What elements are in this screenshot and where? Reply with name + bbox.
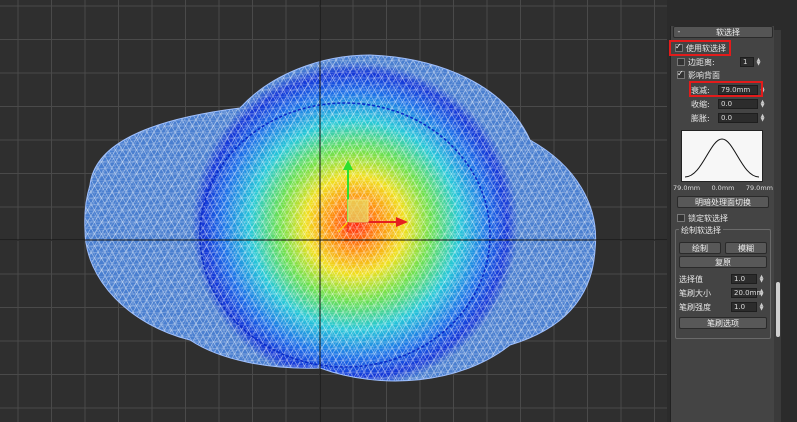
affect-backfacing-row[interactable]: 影响背面 (677, 69, 720, 81)
panel-scrollbar-thumb[interactable] (776, 282, 780, 337)
shaded-face-toggle-button[interactable]: 明暗处理面切换 (677, 196, 769, 208)
brush-strength-row[interactable]: 笔刷强度 1.0 ▲ ▼ (679, 301, 765, 313)
pinch-spinner-icon[interactable]: ▲ ▼ (759, 99, 766, 109)
brush-options-button[interactable]: 笔刷选项 (679, 317, 767, 329)
lock-soft-selection-row[interactable]: 锁定软选择 (677, 212, 728, 224)
affect-backfacing-label: 影响背面 (688, 70, 720, 80)
brush-size-spinner-icon[interactable]: ▲ ▼ (758, 288, 765, 298)
lock-soft-selection-checkbox[interactable] (677, 214, 685, 222)
collapse-icon[interactable]: - (674, 28, 684, 36)
brush-strength-spinner-icon[interactable]: ▲ ▼ (758, 302, 765, 312)
pinch-label: 收缩: (691, 99, 710, 109)
selection-value-row[interactable]: 选择值 1.0 ▲ ▼ (679, 273, 765, 285)
brush-size-row[interactable]: 笔刷大小 20.0mm ▲ ▼ (679, 287, 765, 299)
selection-value-label: 选择值 (679, 274, 703, 284)
paint-soft-selection-title: 绘制软选择 (679, 225, 723, 236)
edge-distance-checkbox[interactable] (677, 58, 685, 66)
brush-size-field[interactable]: 20.0mm (731, 288, 763, 298)
brush-strength-label: 笔刷强度 (679, 302, 711, 312)
falloff-curve-labels: 79.0mm 0.0mm 79.0mm (673, 184, 773, 192)
rollout-title: 软选择 (716, 27, 740, 37)
blur-button[interactable]: 模糊 (725, 242, 767, 254)
edge-distance-label: 边距离: (688, 57, 715, 67)
brush-strength-field[interactable]: 1.0 (731, 302, 757, 312)
panel-scrollbar-track[interactable] (773, 30, 781, 422)
command-panel: - 软选择 使用软选择 边距离: 1 ▲▼ 影响背面 衰减: 79.0mm ▲▼… (669, 26, 774, 422)
lock-soft-selection-label: 锁定软选择 (688, 213, 728, 223)
bubble-field[interactable]: 0.0 (718, 113, 758, 123)
soft-selection-rollout-header[interactable]: - 软选择 (673, 26, 773, 38)
pinch-row[interactable]: 收缩: 0.0 ▲ ▼ (691, 98, 766, 110)
editable-poly-mesh[interactable] (0, 0, 667, 422)
selection-value-field[interactable]: 1.0 (731, 274, 757, 284)
edge-distance-row[interactable]: 边距离: 1 ▲ ▼ (677, 56, 762, 68)
curve-label-center: 0.0mm (711, 184, 735, 192)
brush-size-label: 笔刷大小 (679, 288, 711, 298)
perspective-viewport[interactable] (0, 0, 667, 422)
highlight-box-falloff (689, 81, 763, 97)
falloff-curve-graph (681, 130, 763, 182)
selection-value-spinner-icon[interactable]: ▲ ▼ (758, 274, 765, 284)
falloff-curve-icon (684, 138, 760, 178)
paint-button[interactable]: 绘制 (679, 242, 721, 254)
bubble-spinner-icon[interactable]: ▲ ▼ (759, 113, 766, 123)
viewport-canvas[interactable] (0, 0, 667, 422)
revert-button[interactable]: 复原 (679, 256, 767, 268)
affect-backfacing-checkbox[interactable] (677, 69, 685, 79)
curve-label-right: 79.0mm (745, 184, 773, 192)
bubble-label: 膨胀: (691, 113, 710, 123)
pinch-field[interactable]: 0.0 (718, 99, 758, 109)
curve-label-left: 79.0mm (673, 184, 701, 192)
edge-distance-spinner-icon[interactable]: ▲ ▼ (755, 57, 762, 67)
bubble-row[interactable]: 膨胀: 0.0 ▲ ▼ (691, 112, 766, 124)
edge-distance-field[interactable]: 1 (740, 57, 754, 67)
highlight-box-use-soft-selection (669, 40, 731, 56)
